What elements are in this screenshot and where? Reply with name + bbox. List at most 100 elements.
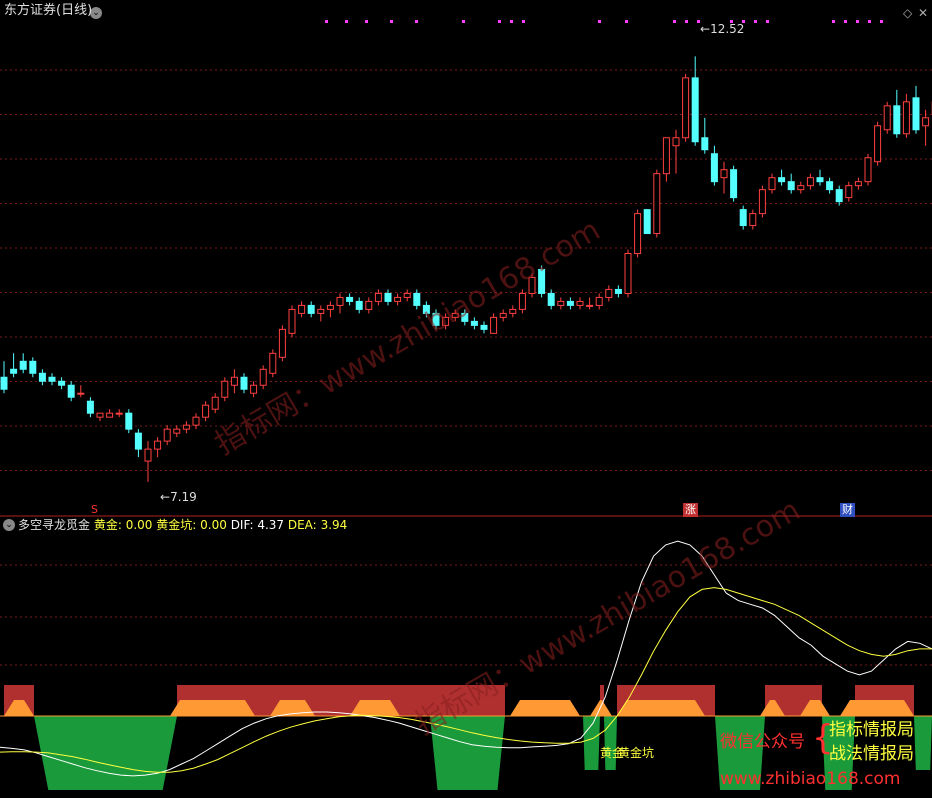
signal-dot: [868, 20, 871, 23]
candle-body: [576, 300, 584, 306]
signal-dot: [510, 20, 513, 23]
indicator-legend: 多空寻龙觅金 黄金: 0.00 黄金坑: 0.00 DIF: 4.37 DEA:…: [18, 518, 347, 532]
marker-cai[interactable]: 财: [840, 503, 855, 517]
chart-title: 东方证券(日线): [4, 3, 93, 18]
candle-body: [134, 432, 142, 450]
candle-body: [797, 185, 805, 191]
candle-body: [202, 404, 210, 418]
candle-body: [662, 137, 670, 175]
signal-dot: [673, 20, 676, 23]
orange-band: [510, 700, 580, 716]
signal-dot: [365, 20, 368, 23]
candle-body: [586, 304, 594, 307]
candle-body: [730, 169, 738, 199]
candle-body: [240, 376, 248, 390]
candle-body: [0, 376, 8, 390]
candle-body: [355, 300, 363, 310]
candle-body: [547, 292, 555, 306]
candle-body: [10, 368, 18, 374]
close-icon[interactable]: ✕: [918, 6, 928, 20]
promo-line1: 指标情报局: [829, 720, 914, 740]
candle-body: [211, 396, 219, 410]
signal-dot: [685, 20, 688, 23]
signal-dot: [754, 20, 757, 23]
candle-body: [653, 173, 661, 235]
gold-label: 黄金:: [93, 518, 122, 532]
candle-body: [874, 125, 882, 163]
signal-dot: [844, 20, 847, 23]
candle-body: [163, 428, 171, 442]
marker-s[interactable]: S: [91, 503, 98, 517]
candle-body: [739, 209, 747, 227]
marker-zhang[interactable]: 涨: [683, 503, 698, 517]
candle-body: [509, 308, 517, 314]
candle-body: [307, 304, 315, 314]
candle-body: [470, 320, 478, 326]
candle-body: [778, 177, 786, 183]
dea-label: DEA:: [287, 518, 317, 532]
signal-dot: [390, 20, 393, 23]
candle-body: [682, 77, 690, 139]
candle-body: [518, 292, 526, 310]
candle-body: [19, 360, 27, 370]
candle-body: [912, 97, 920, 131]
signal-dot: [880, 20, 883, 23]
candle-body: [624, 253, 632, 294]
signal-pit-text: 黄金坑: [618, 746, 655, 760]
candle-body: [326, 304, 334, 310]
candle-body: [672, 137, 680, 147]
orange-band: [590, 700, 612, 716]
orange-band: [170, 700, 255, 716]
signal-dot: [462, 20, 465, 23]
candle-body: [643, 209, 651, 235]
candle-body: [259, 368, 267, 386]
green-zone: [914, 716, 932, 770]
candle-body: [787, 181, 795, 191]
candle-body: [250, 384, 258, 394]
orange-band: [855, 700, 914, 716]
candle-body: [298, 304, 306, 314]
indicator-name: 多空寻龙觅金: [18, 518, 91, 532]
signal-dot: [832, 20, 835, 23]
candle-body: [854, 181, 862, 187]
candle-body: [58, 380, 66, 386]
candle-body: [288, 308, 296, 334]
dif-value: 4.37: [257, 518, 285, 532]
candle-body: [403, 292, 411, 298]
candle-body: [499, 312, 507, 318]
candle-body: [38, 372, 46, 382]
signal-dot: [598, 20, 601, 23]
candle-body: [192, 416, 200, 426]
candle-body: [826, 181, 834, 191]
candle-body: [614, 288, 622, 294]
low-price-value: 7.19: [170, 490, 197, 504]
candle-body: [845, 185, 853, 199]
candle-body: [182, 424, 190, 430]
low-price-label: ←7.19: [160, 490, 197, 504]
candle-body: [902, 101, 910, 135]
candle-body: [144, 448, 152, 462]
candle-body: [490, 316, 498, 334]
gold-value: 0.00: [125, 518, 153, 532]
signal-dot: [522, 20, 525, 23]
pit-label: 黄金坑:: [156, 518, 197, 532]
indicator-collapse-icon[interactable]: ⌄: [3, 519, 15, 531]
candle-body: [278, 328, 286, 358]
promo-site: www.zhibiao168.com: [720, 769, 901, 789]
orange-band: [617, 700, 705, 716]
candle-body: [115, 412, 123, 415]
high-price-label: ←12.52: [700, 22, 745, 36]
dea-value: 3.94: [320, 518, 348, 532]
promo-wechat: 微信公众号: [720, 732, 805, 752]
candle-body: [557, 300, 565, 306]
signal-dot: [415, 20, 418, 23]
signal-dot: [625, 20, 628, 23]
candle-body: [480, 324, 488, 330]
candle-body: [605, 288, 613, 298]
candle-body: [384, 292, 392, 302]
candle-body: [77, 392, 85, 395]
green-zone: [583, 716, 600, 770]
diamond-icon[interactable]: ◇: [903, 6, 912, 20]
candle-body: [394, 296, 402, 302]
candle-body: [365, 300, 373, 310]
